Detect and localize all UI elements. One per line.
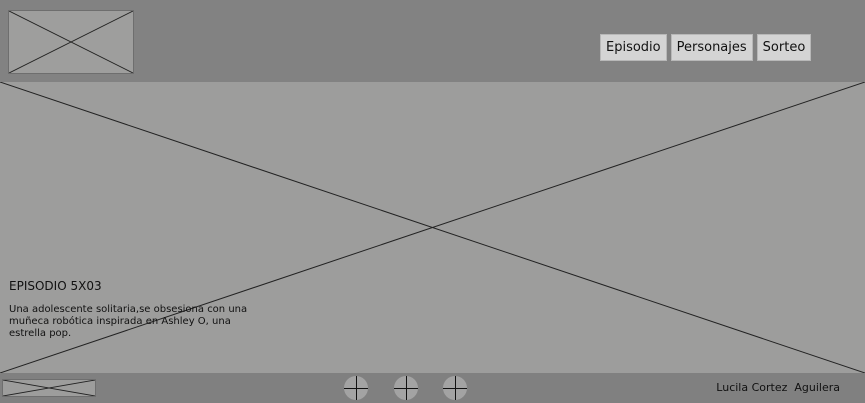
nav-episodio-button[interactable]: Episodio <box>600 34 667 61</box>
footer-logo-placeholder-icon[interactable] <box>2 379 96 397</box>
social-link-2-icon[interactable] <box>394 376 418 400</box>
author-name: Lucila Cortez Aguilera <box>716 381 840 394</box>
hero-image-placeholder: EPISODIO 5X03 Una adolescente solitaria,… <box>0 82 865 373</box>
social-link-3-icon[interactable] <box>443 376 467 400</box>
header: Episodio Personajes Sorteo <box>0 0 865 82</box>
main-nav: Episodio Personajes Sorteo <box>600 34 812 61</box>
footer: Lucila Cortez Aguilera <box>0 373 865 403</box>
episode-description: Una adolescente solitaria,se obsesiona c… <box>9 304 248 339</box>
nav-personajes-button[interactable]: Personajes <box>670 34 753 61</box>
nav-sorteo-button[interactable]: Sorteo <box>756 34 812 61</box>
episode-title: EPISODIO 5X03 <box>9 279 102 293</box>
page: Episodio Personajes Sorteo EPISODIO 5X03… <box>0 0 865 403</box>
logo-placeholder-icon[interactable] <box>8 10 134 74</box>
social-link-1-icon[interactable] <box>344 376 368 400</box>
